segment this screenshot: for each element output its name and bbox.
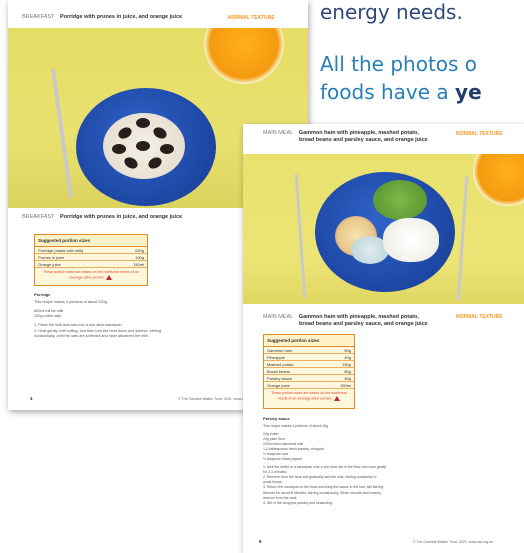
- texture-label: NORMAL TEXTURE: [456, 131, 503, 137]
- portion-item: Mashed potato: [264, 360, 324, 368]
- portion-item: Broad beans: [264, 367, 324, 375]
- meal-category: BREAKFAST: [22, 214, 55, 220]
- portion-item: Orange juice: [35, 260, 120, 268]
- background-text-line2: All the photos o: [320, 52, 478, 76]
- meal-photo: [243, 154, 524, 304]
- portion-item: Parsley sauce: [264, 374, 324, 382]
- meal-category: MAIN MEAL: [263, 314, 294, 320]
- portion-sizes-table: Gammon ham 50g Pineapple 40g Mashed potato…: [264, 347, 354, 389]
- portion-note: These portion sizes are based on the nut…: [264, 389, 354, 403]
- broad-beans-image: [373, 180, 427, 220]
- warning-triangle-icon: [334, 395, 341, 401]
- prune-image: [136, 141, 150, 151]
- knife-image: [456, 176, 469, 301]
- table-row: Orange juice 150ml: [264, 381, 354, 389]
- portion-note: These portion sizes are based on the nut…: [35, 268, 147, 282]
- portion-sizes-box: Suggested portion sizes Porridge (made w…: [34, 234, 148, 286]
- portion-sizes-table: Porridge (made with milk) 220g Prunes in …: [35, 247, 147, 268]
- portion-qty: 80g: [323, 367, 354, 375]
- meal-category: MAIN MEAL: [263, 130, 294, 136]
- table-row: Parsley sauce 40g: [264, 374, 354, 382]
- portion-qty: 100g: [119, 253, 147, 261]
- meal-title: Porridge with prunes in juice, and orang…: [59, 214, 183, 220]
- page-subheader: MAIN MEAL Gammon ham with pineapple, mas…: [263, 314, 428, 328]
- texture-label: NORMAL TEXTURE: [456, 314, 503, 320]
- orange-juice-glass-image: [204, 28, 284, 84]
- mashed-potato-image: [383, 218, 439, 262]
- portion-qty: 150g: [323, 360, 354, 368]
- prune-image: [112, 144, 126, 154]
- portion-sizes-box: Suggested portion sizes Gammon ham 50g Pi…: [263, 334, 355, 409]
- orange-juice-glass-image: [473, 154, 524, 206]
- portion-item: Orange juice: [264, 381, 324, 389]
- page-number: 4: [30, 396, 33, 401]
- table-row: Broad beans 80g: [264, 367, 354, 375]
- table-row: Pineapple 40g: [264, 353, 354, 361]
- meal-title-line2: broad beans and parsley sauce, and orang…: [299, 321, 428, 328]
- background-text-line1: energy needs.: [320, 0, 463, 24]
- meal-title-line1: Gammon ham with pineapple, mashed potato…: [298, 314, 419, 320]
- portion-item: Pineapple: [264, 353, 324, 361]
- portion-qty: 40g: [323, 374, 354, 382]
- prune-image: [160, 144, 174, 154]
- meal-title-line1: Gammon ham with pineapple, mashed potato…: [298, 130, 419, 136]
- background-text-line3: foods have a ye: [320, 80, 482, 104]
- background-text-line3-prefix: foods have a: [320, 80, 456, 104]
- page-header: MAIN MEAL Gammon ham with pineapple, mas…: [263, 130, 428, 144]
- recipe-line: 4. Stir in the chopped parsley and seaso…: [263, 500, 334, 505]
- meal-category: BREAKFAST: [22, 14, 55, 20]
- portion-qty: 150ml: [323, 381, 354, 389]
- page-header: BREAKFAST Porridge with prunes in juice,…: [22, 14, 182, 20]
- portion-item: Prunes in juice: [35, 253, 120, 261]
- spoon-image: [50, 68, 74, 198]
- fork-image: [294, 174, 307, 299]
- page-subheader: BREAKFAST Porridge with prunes in juice,…: [22, 214, 182, 220]
- portion-qty: 150ml: [119, 260, 147, 268]
- copyright-text: © The Caroline Walker Trust, 2021. www.c…: [413, 540, 493, 544]
- prune-image: [136, 118, 150, 128]
- portion-note-text: These portion sizes are based on the nut…: [43, 270, 139, 280]
- page-main-meal: MAIN MEAL Gammon ham with pineapple, mas…: [243, 124, 524, 553]
- portion-qty: 40g: [323, 353, 354, 361]
- page-number: 9: [259, 539, 262, 544]
- meal-title: Porridge with prunes in juice, and orang…: [59, 14, 183, 20]
- table-row: Prunes in juice 100g: [35, 253, 147, 261]
- portion-sizes-heading: Suggested portion sizes: [35, 235, 147, 247]
- recipe-section: Parsley sauce This recipe makes 4 portio…: [263, 416, 503, 506]
- background-text-line3-bold: ye: [455, 80, 482, 104]
- portion-sizes-heading: Suggested portion sizes: [264, 335, 354, 347]
- warning-triangle-icon: [106, 274, 113, 280]
- table-row: Mashed potato 150g: [264, 360, 354, 368]
- recipe-heading: Parsley sauce: [263, 416, 290, 421]
- texture-label: NORMAL TEXTURE: [228, 15, 275, 21]
- table-row: Orange juice 150ml: [35, 260, 147, 268]
- meal-title-line2: broad beans and parsley sauce, and orang…: [299, 137, 428, 144]
